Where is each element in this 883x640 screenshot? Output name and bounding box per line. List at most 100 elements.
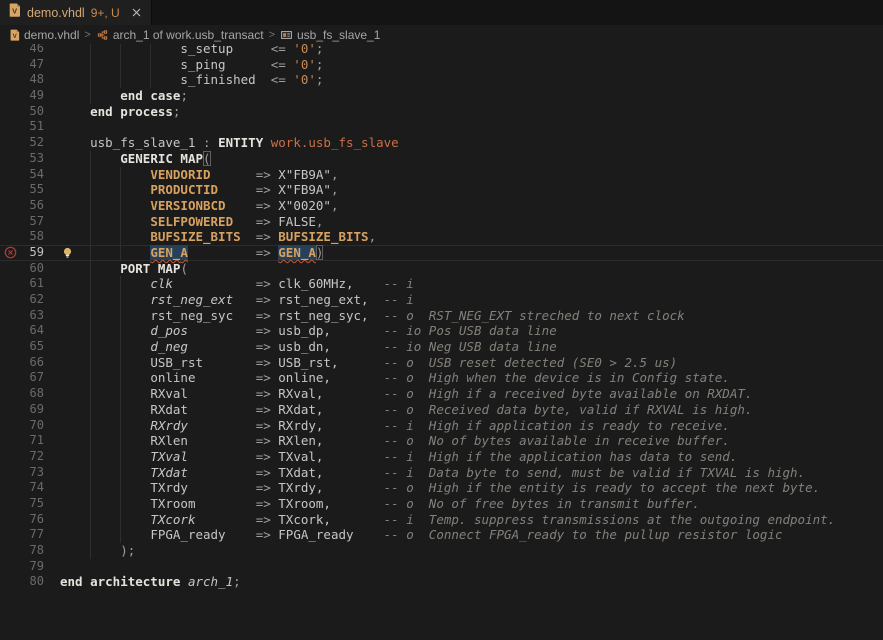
code-line-content[interactable]: ); [60, 543, 883, 559]
code-line-content[interactable]: TXcork => TXcork, -- i Temp. suppress tr… [60, 512, 883, 528]
code-line[interactable]: 56 VERSIONBCD => X"0020", [0, 198, 883, 214]
code-line[interactable]: 48 s_finished <= '0'; [0, 72, 883, 88]
code-line-content[interactable] [60, 559, 883, 575]
line-number[interactable]: 47 [20, 57, 44, 73]
code-line[interactable]: 73 TXdat => TXdat, -- i Data byte to sen… [0, 465, 883, 481]
code-line[interactable]: 72 TXval => TXval, -- i High if the appl… [0, 449, 883, 465]
code-line-content[interactable]: USB_rst => USB_rst, -- o USB reset detec… [60, 355, 883, 371]
code-line[interactable]: 75 TXroom => TXroom, -- o No of free byt… [0, 496, 883, 512]
code-line-content[interactable]: SELFPOWERED => FALSE, [60, 214, 883, 230]
line-number[interactable]: 59 [20, 245, 44, 261]
code-line-content[interactable]: VENDORID => X"FB9A", [60, 167, 883, 183]
code-line[interactable]: 54 VENDORID => X"FB9A", [0, 167, 883, 183]
code-line-content[interactable]: PORT MAP( [60, 261, 883, 277]
code-line-content[interactable]: GENERIC MAP( [60, 151, 883, 167]
line-number[interactable]: 57 [20, 214, 44, 230]
code-line[interactable]: 77 FPGA_ready => FPGA_ready -- o Connect… [0, 527, 883, 543]
line-number[interactable]: 71 [20, 433, 44, 449]
line-number[interactable]: 67 [20, 370, 44, 386]
close-icon[interactable] [132, 8, 141, 17]
line-number[interactable]: 51 [20, 119, 44, 135]
code-line-content[interactable]: d_neg => usb_dn, -- io Neg USB data line [60, 339, 883, 355]
line-number[interactable]: 58 [20, 229, 44, 245]
code-line[interactable]: 79 [0, 559, 883, 575]
code-line-content[interactable]: TXroom => TXroom, -- o No of free bytes … [60, 496, 883, 512]
code-line-content[interactable]: RXrdy => RXrdy, -- i High if application… [60, 418, 883, 434]
code-line-content[interactable]: d_pos => usb_dp, -- io Pos USB data line [60, 323, 883, 339]
code-line-content[interactable]: s_finished <= '0'; [60, 72, 883, 88]
code-line[interactable]: 46 s_setup <= '0'; [0, 44, 883, 57]
line-number[interactable]: 53 [20, 151, 44, 167]
line-number[interactable]: 77 [20, 527, 44, 543]
code-line-content[interactable]: end case; [60, 88, 883, 104]
code-line-content[interactable]: FPGA_ready => FPGA_ready -- o Connect FP… [60, 527, 883, 543]
line-number[interactable]: 50 [20, 104, 44, 120]
breadcrumb-item-instance[interactable]: usb_fs_slave_1 [280, 28, 380, 42]
code-line[interactable]: 61 clk => clk_60MHz, -- i [0, 276, 883, 292]
code-line[interactable]: 63 rst_neg_syc => rst_neg_syc, -- o RST_… [0, 308, 883, 324]
code-line[interactable]: 64 d_pos => usb_dp, -- io Pos USB data l… [0, 323, 883, 339]
line-number[interactable]: 68 [20, 386, 44, 402]
line-number[interactable]: 46 [20, 44, 44, 57]
breadcrumb-item-architecture[interactable]: arch_1 of work.usb_transact [96, 28, 264, 42]
line-number[interactable]: 63 [20, 308, 44, 324]
line-number[interactable]: 75 [20, 496, 44, 512]
code-line[interactable]: 69 RXdat => RXdat, -- o Received data by… [0, 402, 883, 418]
code-line-content[interactable]: GEN_A => GEN_A) [60, 245, 883, 261]
code-line[interactable]: 70 RXrdy => RXrdy, -- i High if applicat… [0, 418, 883, 434]
code-line-content[interactable] [60, 119, 883, 135]
line-number[interactable]: 49 [20, 88, 44, 104]
line-number[interactable]: 64 [20, 323, 44, 339]
code-line-content[interactable]: online => online, -- o High when the dev… [60, 370, 883, 386]
line-number[interactable]: 76 [20, 512, 44, 528]
line-number[interactable]: 62 [20, 292, 44, 308]
line-number[interactable]: 48 [20, 72, 44, 88]
code-line[interactable]: 68 RXval => RXval, -- o High if a receiv… [0, 386, 883, 402]
code-editor[interactable]: 46 s_setup <= '0';47 s_ping <= '0';48 s_… [0, 44, 883, 640]
line-number[interactable]: 69 [20, 402, 44, 418]
line-number[interactable]: 73 [20, 465, 44, 481]
code-line-content[interactable]: TXval => TXval, -- i High if the applica… [60, 449, 883, 465]
line-number[interactable]: 80 [20, 574, 44, 590]
code-line-content[interactable]: RXdat => RXdat, -- o Received data byte,… [60, 402, 883, 418]
code-line-content[interactable]: TXrdy => TXrdy, -- o High if the entity … [60, 480, 883, 496]
code-line[interactable]: 60 PORT MAP( [0, 261, 883, 277]
code-line-content[interactable]: end architecture arch_1; [60, 574, 883, 590]
code-line[interactable]: 57 SELFPOWERED => FALSE, [0, 214, 883, 230]
code-line[interactable]: 74 TXrdy => TXrdy, -- o High if the enti… [0, 480, 883, 496]
code-line[interactable]: 51 [0, 119, 883, 135]
code-line[interactable]: 55 PRODUCTID => X"FB9A", [0, 182, 883, 198]
code-line[interactable]: 76 TXcork => TXcork, -- i Temp. suppress… [0, 512, 883, 528]
code-line[interactable]: 80 end architecture arch_1; [0, 574, 883, 590]
code-line[interactable]: 66 USB_rst => USB_rst, -- o USB reset de… [0, 355, 883, 371]
line-number[interactable]: 66 [20, 355, 44, 371]
code-line-content[interactable]: s_setup <= '0'; [60, 44, 883, 57]
line-number[interactable]: 72 [20, 449, 44, 465]
line-number[interactable]: 52 [20, 135, 44, 151]
code-line-content[interactable]: rst_neg_syc => rst_neg_syc, -- o RST_NEG… [60, 308, 883, 324]
line-number[interactable]: 61 [20, 276, 44, 292]
code-line[interactable]: 78 ); [0, 543, 883, 559]
line-number[interactable]: 56 [20, 198, 44, 214]
tab-demo-vhdl[interactable]: V demo.vhdl 9+, U [0, 0, 152, 25]
code-line[interactable]: 53 GENERIC MAP( [0, 151, 883, 167]
code-line[interactable]: 65 d_neg => usb_dn, -- io Neg USB data l… [0, 339, 883, 355]
line-number[interactable]: 70 [20, 418, 44, 434]
code-line-content[interactable]: clk => clk_60MHz, -- i [60, 276, 883, 292]
line-number[interactable]: 74 [20, 480, 44, 496]
code-line[interactable]: 58 BUFSIZE_BITS => BUFSIZE_BITS, [0, 229, 883, 245]
line-number[interactable]: 54 [20, 167, 44, 183]
line-number[interactable]: 65 [20, 339, 44, 355]
code-line-content[interactable]: BUFSIZE_BITS => BUFSIZE_BITS, [60, 229, 883, 245]
line-number[interactable]: 60 [20, 261, 44, 277]
code-line[interactable]: 49 end case; [0, 88, 883, 104]
code-line-content[interactable]: RXlen => RXlen, -- o No of bytes availab… [60, 433, 883, 449]
code-line-content[interactable]: rst_neg_ext => rst_neg_ext, -- i [60, 292, 883, 308]
code-line-content[interactable]: PRODUCTID => X"FB9A", [60, 182, 883, 198]
code-line[interactable]: 71 RXlen => RXlen, -- o No of bytes avai… [0, 433, 883, 449]
line-number[interactable]: 55 [20, 182, 44, 198]
line-number[interactable]: 79 [20, 559, 44, 575]
breadcrumb-item-file[interactable]: V demo.vhdl [10, 28, 79, 42]
code-line-content[interactable]: TXdat => TXdat, -- i Data byte to send, … [60, 465, 883, 481]
code-line[interactable]: 67 online => online, -- o High when the … [0, 370, 883, 386]
